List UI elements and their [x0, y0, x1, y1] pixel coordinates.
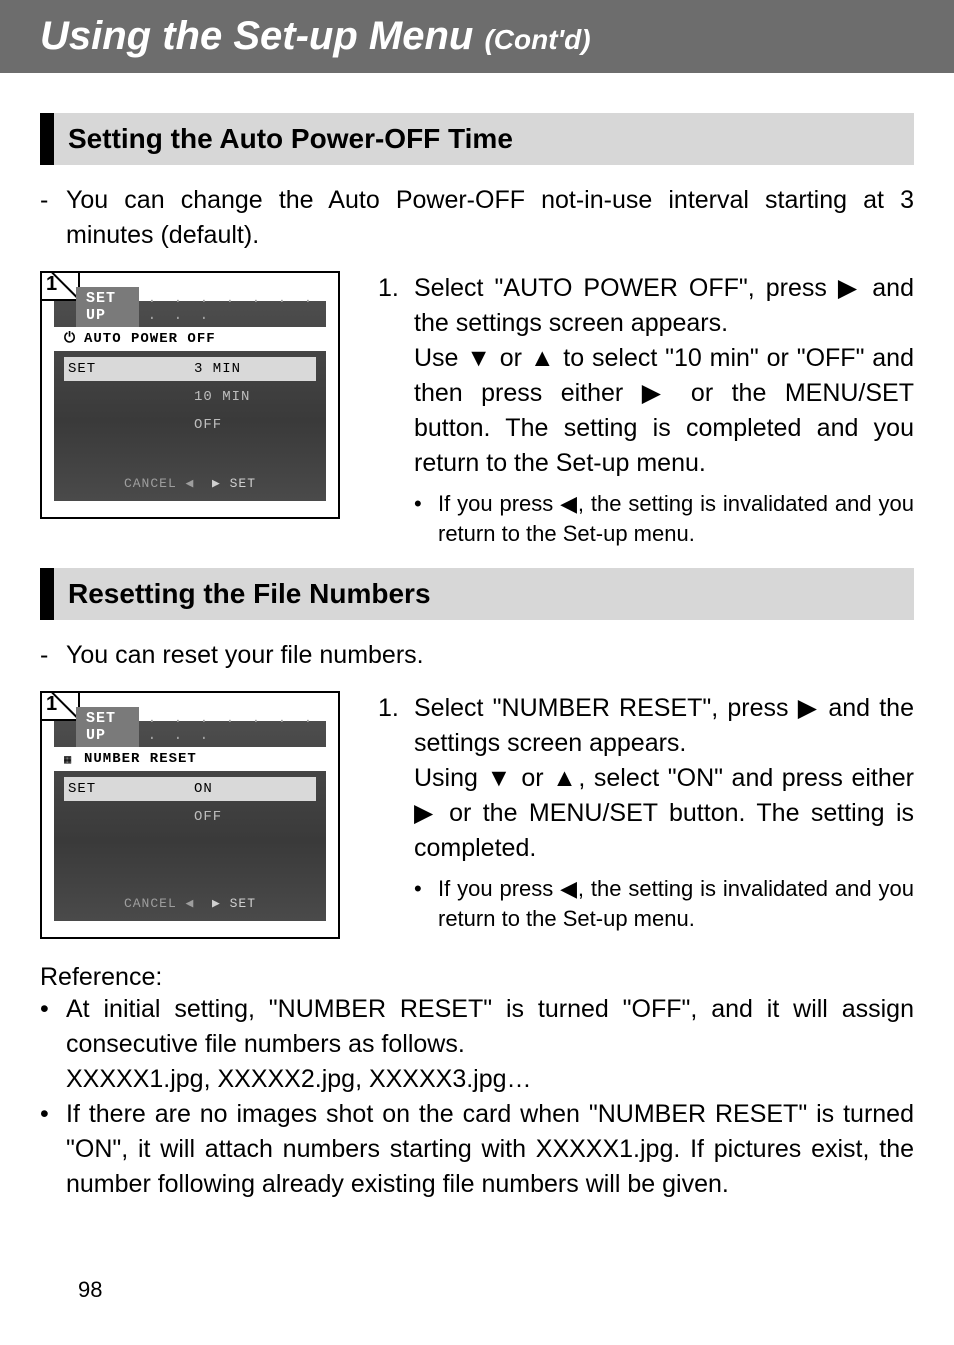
header-main: Using the Set-up Menu	[40, 14, 484, 58]
lcd-figure-auto-power-off: 1 SET UP · · · · · · · · · · ⏻ AUTO POWE…	[40, 271, 340, 519]
reference-heading: Reference:	[40, 963, 914, 992]
lcd-dots: · · · · · · · · · ·	[139, 713, 326, 747]
lcd-tab: SET UP	[76, 287, 139, 327]
step-body: Select "AUTO POWER OFF", press ▶ and the…	[414, 271, 914, 481]
step-item: 1. Select "NUMBER RESET", press ▶ and th…	[378, 691, 914, 866]
lcd-strip: ⏻ AUTO POWER OFF	[54, 327, 326, 351]
lcd-dots: · · · · · · · · · ·	[139, 293, 326, 327]
lcd-footer: CANCEL ◀ ▶ SET	[54, 476, 326, 491]
step-sub-bullet: • If you press ◀, the setting is invalid…	[414, 489, 914, 548]
figure-step-number: 1	[40, 271, 80, 301]
reference-item: • At initial setting, "NUMBER RESET" is …	[40, 992, 914, 1062]
lcd-row: OFF	[64, 805, 316, 829]
lcd-tab: SET UP	[76, 707, 139, 747]
page-header: Using the Set-up Menu (Cont'd)	[0, 0, 954, 73]
reference-item: • If there are no images shot on the car…	[40, 1097, 914, 1202]
lcd-figure-number-reset: 1 SET UP · · · · · · · · · · ▦ NUMBER RE…	[40, 691, 340, 939]
header-sub: (Cont'd)	[484, 24, 590, 55]
lcd-strip-label: NUMBER RESET	[84, 751, 197, 767]
lcd-row: 10 MIN	[64, 385, 316, 409]
section-title-auto-power-off: Setting the Auto Power-OFF Time	[40, 113, 914, 165]
lcd-row: SET 3 MIN	[64, 357, 316, 381]
figure-step-number: 1	[40, 691, 80, 721]
step-item: 1. Select "AUTO POWER OFF", press ▶ and …	[378, 271, 914, 481]
section1-intro: - You can change the Auto Power-OFF not-…	[40, 183, 914, 253]
lcd-row: OFF	[64, 413, 316, 437]
lcd-strip: ▦ NUMBER RESET	[54, 747, 326, 771]
reference-subline: XXXXX1.jpg, XXXXX2.jpg, XXXXX3.jpg…	[66, 1062, 914, 1097]
power-icon: ⏻	[64, 331, 84, 347]
section-title-number-reset: Resetting the File Numbers	[40, 568, 914, 620]
page-number: 98	[78, 1277, 102, 1303]
lcd-strip-label: AUTO POWER OFF	[84, 331, 216, 347]
grid-icon: ▦	[64, 752, 84, 767]
step-sub-bullet: • If you press ◀, the setting is invalid…	[414, 874, 914, 933]
lcd-row: SET ON	[64, 777, 316, 801]
lcd-footer: CANCEL ◀ ▶ SET	[54, 896, 326, 911]
section2-intro: - You can reset your file numbers.	[40, 638, 914, 673]
step-body: Select "NUMBER RESET", press ▶ and the s…	[414, 691, 914, 866]
